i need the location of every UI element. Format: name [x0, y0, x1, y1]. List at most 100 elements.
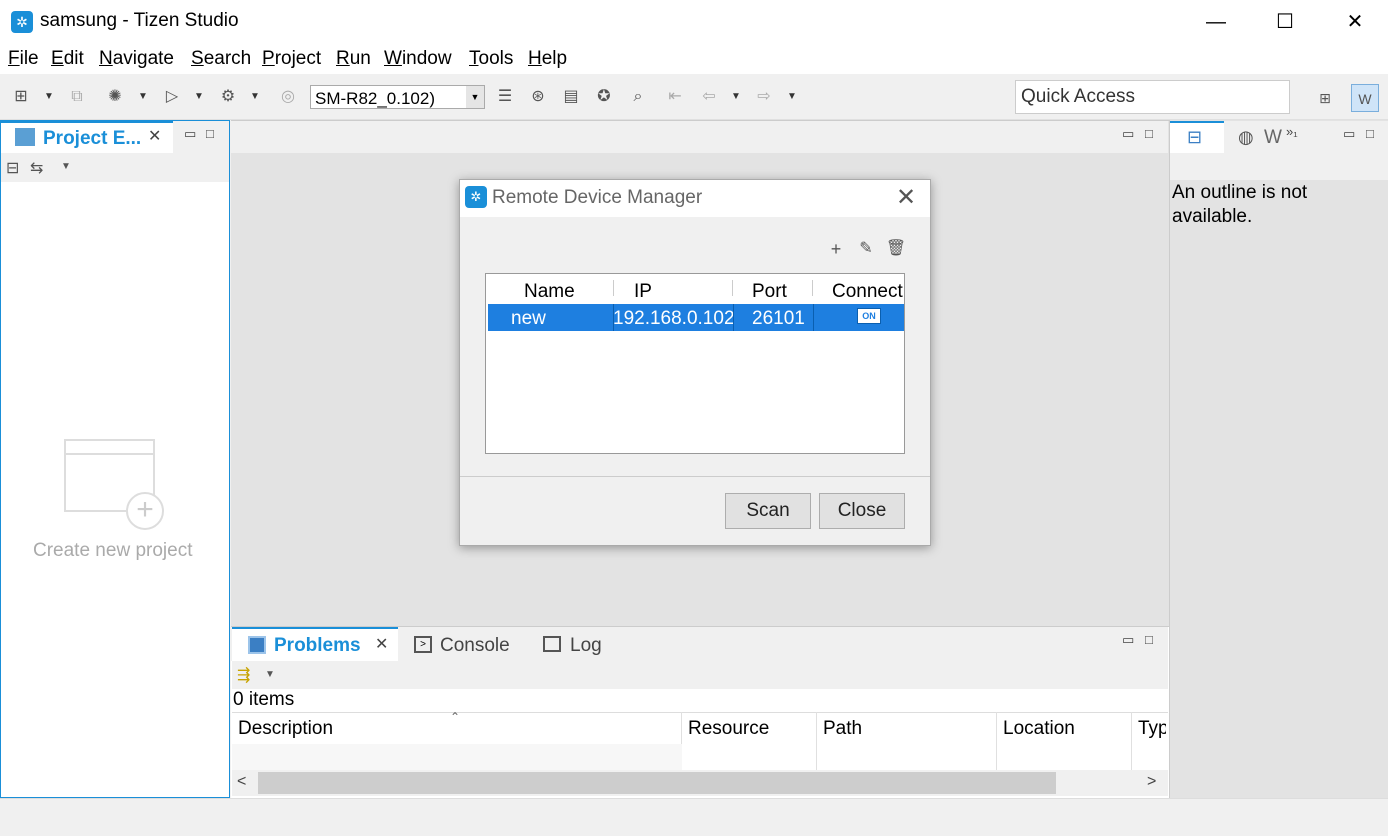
bottom-maximize-icon[interactable]: □: [1145, 632, 1153, 647]
project-explorer-tab-label: Project E...: [43, 128, 142, 149]
menu-tools[interactable]: Tools: [469, 48, 513, 70]
tizen-app-icon: ✲: [11, 11, 33, 33]
editor-tabbar: [231, 121, 1168, 153]
window-close-button[interactable]: ✕: [1333, 8, 1377, 36]
folder-icon: [15, 128, 35, 146]
globe-icon: ◍: [1238, 127, 1254, 147]
back-icon[interactable]: ⇦: [698, 86, 720, 108]
collapse-all-icon[interactable]: ⊟: [6, 158, 19, 178]
chevron-down-icon: ▼: [466, 86, 484, 108]
package-icon[interactable]: ▤: [560, 86, 582, 108]
column-ip[interactable]: IP: [634, 281, 652, 303]
forward-icon[interactable]: ⇨: [753, 86, 775, 108]
editor-minimize-icon[interactable]: ▭: [1122, 126, 1134, 142]
row-divider: [813, 304, 814, 331]
editor-maximize-icon[interactable]: □: [1145, 126, 1153, 141]
link-editor-icon[interactable]: ⇆: [30, 158, 43, 178]
scan-button[interactable]: Scan: [725, 493, 811, 529]
outline-maximize-icon[interactable]: □: [1366, 126, 1374, 141]
external-tools-dropdown-icon[interactable]: ▼: [250, 90, 260, 104]
menu-search[interactable]: Search: [191, 48, 251, 70]
certificate-icon[interactable]: ✪: [593, 86, 615, 108]
menu-window[interactable]: Window: [384, 48, 452, 70]
maximize-view-icon[interactable]: □: [206, 126, 214, 141]
column-divider[interactable]: [732, 280, 733, 296]
column-divider[interactable]: [996, 712, 997, 770]
column-type[interactable]: Typ: [1138, 718, 1166, 740]
console-icon: >: [414, 636, 432, 653]
new-wizard-icon[interactable]: ⊞: [10, 86, 32, 108]
add-icon[interactable]: +: [126, 492, 164, 530]
column-divider[interactable]: [1131, 712, 1132, 770]
bottom-minimize-icon[interactable]: ▭: [1122, 632, 1134, 648]
open-perspective-icon[interactable]: ⊞: [1311, 84, 1339, 112]
scroll-right-icon[interactable]: >: [1147, 773, 1156, 791]
create-new-project-link[interactable]: Create new project: [33, 540, 192, 562]
delete-device-icon[interactable]: 🗑: [885, 238, 907, 260]
edit-device-icon[interactable]: ✎: [855, 238, 877, 260]
outline-icon: ⊟: [1187, 127, 1203, 147]
filter-icon[interactable]: ⇶: [237, 665, 250, 685]
save-all-icon[interactable]: ⧉: [66, 86, 88, 108]
menu-file[interactable]: File: [8, 48, 39, 70]
debug-dropdown-icon[interactable]: ▼: [138, 90, 148, 104]
problems-icon: [248, 636, 266, 654]
back-dropdown-icon[interactable]: ▼: [731, 90, 741, 104]
view-menu-icon[interactable]: ▼: [265, 669, 275, 680]
dialog-divider: [460, 476, 930, 477]
menu-navigate[interactable]: Navigate: [99, 48, 174, 70]
column-connect[interactable]: Connect: [832, 281, 903, 303]
column-divider[interactable]: [613, 280, 614, 296]
external-tools-icon[interactable]: ⚙: [217, 86, 239, 108]
quick-access-input[interactable]: Quick Access: [1015, 80, 1290, 114]
close-icon[interactable]: ✕: [148, 126, 161, 146]
stop-icon[interactable]: ◎: [277, 86, 299, 108]
column-description[interactable]: Description: [238, 718, 333, 740]
column-port[interactable]: Port: [752, 281, 787, 303]
web-perspective-icon[interactable]: W: [1351, 84, 1379, 112]
column-location[interactable]: Location: [1003, 718, 1075, 740]
run-icon[interactable]: ▷: [161, 86, 183, 108]
row-divider: [733, 304, 734, 331]
tab-log[interactable]: Log: [570, 635, 602, 657]
search-window-icon[interactable]: ⌕: [627, 86, 649, 108]
scrollbar-thumb[interactable]: [258, 772, 1056, 794]
column-name[interactable]: Name: [524, 281, 575, 303]
menu-edit[interactable]: Edit: [51, 48, 84, 70]
outline-message: An outline is not available.: [1172, 182, 1308, 227]
add-device-icon[interactable]: +: [825, 238, 847, 260]
close-button[interactable]: Close: [819, 493, 905, 529]
items-count: 0 items: [233, 689, 295, 710]
device-selector[interactable]: SM-R82_0.102) ▼: [310, 85, 485, 109]
problems-toolbar: [232, 661, 1168, 689]
minimize-button[interactable]: —: [1194, 8, 1238, 36]
dialog-close-icon[interactable]: ✕: [892, 184, 920, 212]
new-dropdown-icon[interactable]: ▼: [44, 90, 54, 104]
debug-icon[interactable]: ✺: [104, 86, 126, 108]
menu-help[interactable]: Help: [528, 48, 567, 70]
scroll-left-icon[interactable]: <: [237, 773, 246, 791]
problems-tab-label: Problems: [274, 635, 361, 656]
dialog-title: Remote Device Manager: [492, 187, 703, 208]
column-divider[interactable]: [812, 280, 813, 296]
maximize-button[interactable]: ☐: [1263, 8, 1307, 36]
view-menu-icon[interactable]: ▼: [61, 161, 71, 172]
tab-overflow[interactable]: »₁: [1286, 124, 1298, 139]
run-dropdown-icon[interactable]: ▼: [194, 90, 204, 104]
column-divider[interactable]: [816, 712, 817, 770]
device-list-icon[interactable]: ☰: [494, 86, 516, 108]
menu-run[interactable]: Run: [336, 48, 371, 70]
tab-console[interactable]: Console: [440, 635, 510, 657]
last-edit-icon[interactable]: ⇤: [664, 86, 686, 108]
close-icon[interactable]: ✕: [375, 634, 388, 654]
column-path[interactable]: Path: [823, 718, 862, 740]
tab-web[interactable]: W: [1264, 127, 1282, 149]
monitor-icon[interactable]: ⊛: [527, 86, 549, 108]
forward-dropdown-icon[interactable]: ▼: [787, 90, 797, 104]
outline-minimize-icon[interactable]: ▭: [1343, 126, 1355, 142]
column-resource[interactable]: Resource: [688, 718, 769, 740]
minimize-view-icon[interactable]: ▭: [184, 126, 196, 142]
connect-toggle[interactable]: ON: [857, 308, 881, 324]
menu-project[interactable]: Project: [262, 48, 321, 70]
outline-toolbar: [1170, 153, 1388, 180]
